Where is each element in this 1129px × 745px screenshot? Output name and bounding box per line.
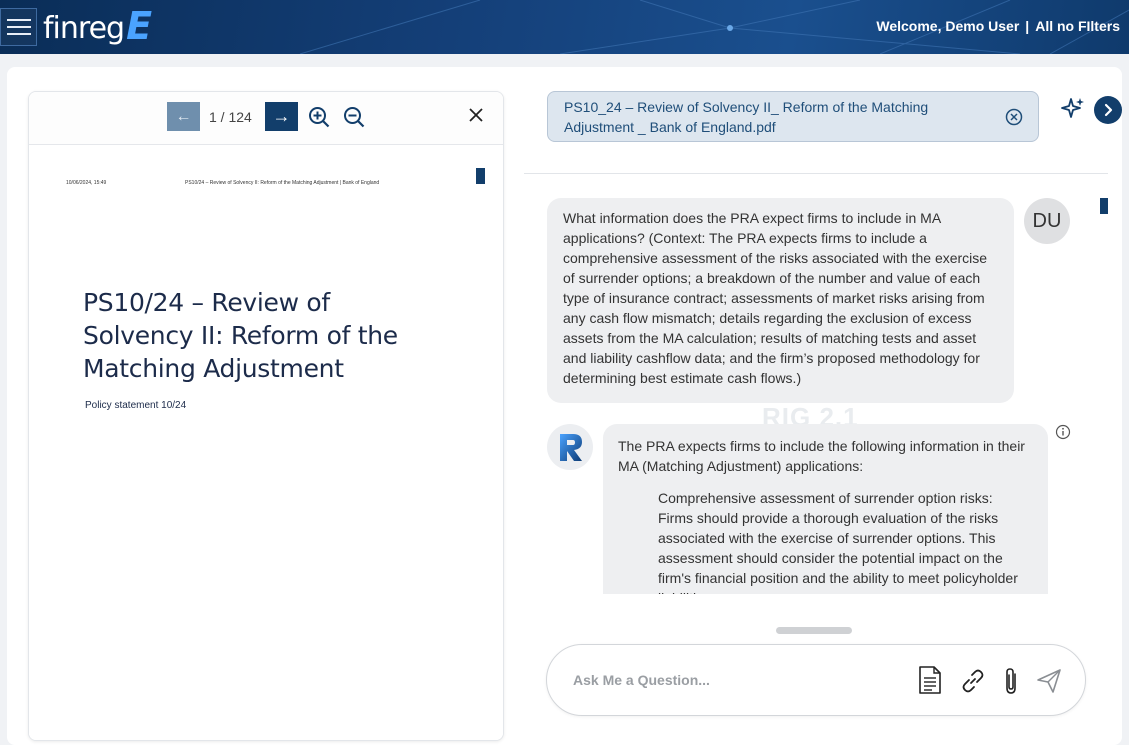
pdf-document-subtitle: Policy statement 10/24 [85,400,187,411]
pdf-viewer-panel: ← 1 / 124 → 10/06/2024, 15:49 PS10/24 – … [28,91,504,741]
document-icon[interactable] [917,665,943,695]
chat-scroll-handle[interactable] [776,627,852,634]
next-page-button[interactable]: → [265,102,298,131]
remove-file-icon[interactable] [1005,108,1023,126]
arrow-left-icon: ← [175,107,192,125]
user-avatar: DU [1024,198,1070,244]
logo-letter: E [126,4,153,48]
finrege-logo[interactable]: finreg E [43,6,152,46]
filters-link[interactable]: All no FIlters [1035,18,1120,34]
question-input[interactable] [573,667,903,693]
arrow-right-icon: → [272,106,291,126]
logo-text: finreg [43,11,125,46]
chat-divider [524,173,1108,174]
assistant-avatar [547,424,593,470]
menu-hamburger-icon[interactable] [0,8,37,46]
pdf-page: 10/06/2024, 15:49 PS10/24 – Review of So… [29,146,503,740]
chat-scroll-marker [1100,198,1108,214]
link-icon[interactable] [959,667,987,695]
zoom-in-icon[interactable] [308,106,330,128]
selected-file-chip[interactable]: PS10_24 – Review of Solvency II_ Reform … [547,91,1039,142]
header-separator: | [1025,18,1030,34]
pdf-toolbar: ← 1 / 124 → [29,92,503,145]
assistant-r-logo-icon [560,434,582,461]
info-icon[interactable] [1055,424,1071,440]
assistant-message-bubble: The PRA expects firms to include the fol… [603,424,1048,594]
top-header: finreg E Welcome, Demo User | All no FIl… [0,0,1129,54]
selected-file-name: PS10_24 – Review of Solvency II_ Reform … [564,99,929,135]
chat-input-box [546,644,1086,716]
chevron-right-icon [1104,103,1113,117]
expand-panel-button[interactable] [1094,96,1122,124]
welcome-user-text[interactable]: Welcome, Demo User [876,18,1019,34]
zoom-out-icon[interactable] [343,106,365,128]
assistant-message-intro: The PRA expects firms to include the fol… [618,438,1025,474]
paperclip-icon[interactable] [1001,666,1021,696]
pdf-page-timestamp: 10/06/2024, 15:49 [66,180,107,186]
send-icon[interactable] [1035,667,1063,695]
prev-page-button[interactable]: ← [167,102,200,131]
close-pdf-icon[interactable] [466,105,486,125]
pdf-page-running-header: PS10/24 – Review of Solvency II: Reform … [185,180,380,186]
pdf-bookmark-marker [476,168,485,184]
pdf-document-title: PS10/24 – Review of Solvency II: Reform … [83,288,398,383]
assistant-message-point: Comprehensive assessment of surrender op… [658,490,1018,594]
sparkle-icon[interactable] [1060,96,1086,122]
user-message-bubble: What information does the PRA expect fir… [547,198,1014,403]
page-indicator: 1 / 124 [209,109,252,125]
